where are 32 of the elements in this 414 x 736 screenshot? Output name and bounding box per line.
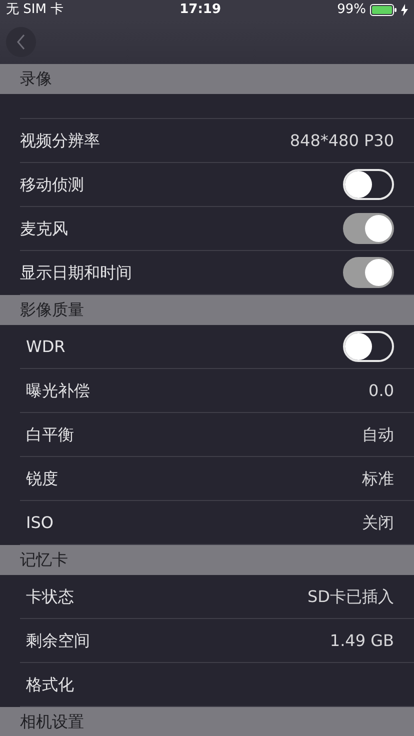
setting-label: 格式化 (25, 674, 74, 696)
battery-percent: 99% (337, 1, 366, 20)
setting-label: 卡状态 (25, 586, 74, 608)
setting-label: 锐度 (25, 468, 58, 490)
toggle-switch[interactable] (343, 213, 394, 244)
setting-label: 曝光补偿 (25, 380, 90, 402)
setting-value: 关闭 (362, 512, 394, 534)
setting-value: 848*480 P30 (290, 130, 394, 152)
setting-label: 白平衡 (25, 424, 74, 446)
back-icon (16, 34, 26, 50)
setting-label: 移动侦测 (20, 174, 84, 196)
toggle-switch[interactable] (343, 257, 394, 288)
setting-label: ISO (25, 512, 54, 534)
setting-value: 0.0 (368, 380, 394, 402)
setting-label: 视频分辨率 (20, 130, 100, 152)
clock-text: 17:19 (180, 1, 222, 20)
setting-label: 显示日期和时间 (20, 262, 132, 284)
setting-value: 自动 (362, 424, 394, 446)
section-header: 相机设置 (20, 711, 84, 733)
setting-value: 1.49 GB (330, 630, 394, 652)
setting-value: SD卡已插入 (308, 586, 394, 608)
setting-value: 标准 (362, 468, 394, 490)
carrier-text: 无 SIM 卡 (6, 1, 64, 20)
battery-icon (370, 4, 397, 16)
setting-label: 麦克风 (20, 218, 68, 240)
setting-label: WDR (25, 336, 66, 358)
section-header: 影像质量 (20, 299, 84, 321)
section-header: 录像 (20, 68, 52, 90)
section-header: 记忆卡 (20, 549, 68, 571)
back-button[interactable] (6, 27, 36, 57)
setting-label: 剩余空间 (25, 630, 90, 652)
charging-icon (401, 4, 408, 16)
